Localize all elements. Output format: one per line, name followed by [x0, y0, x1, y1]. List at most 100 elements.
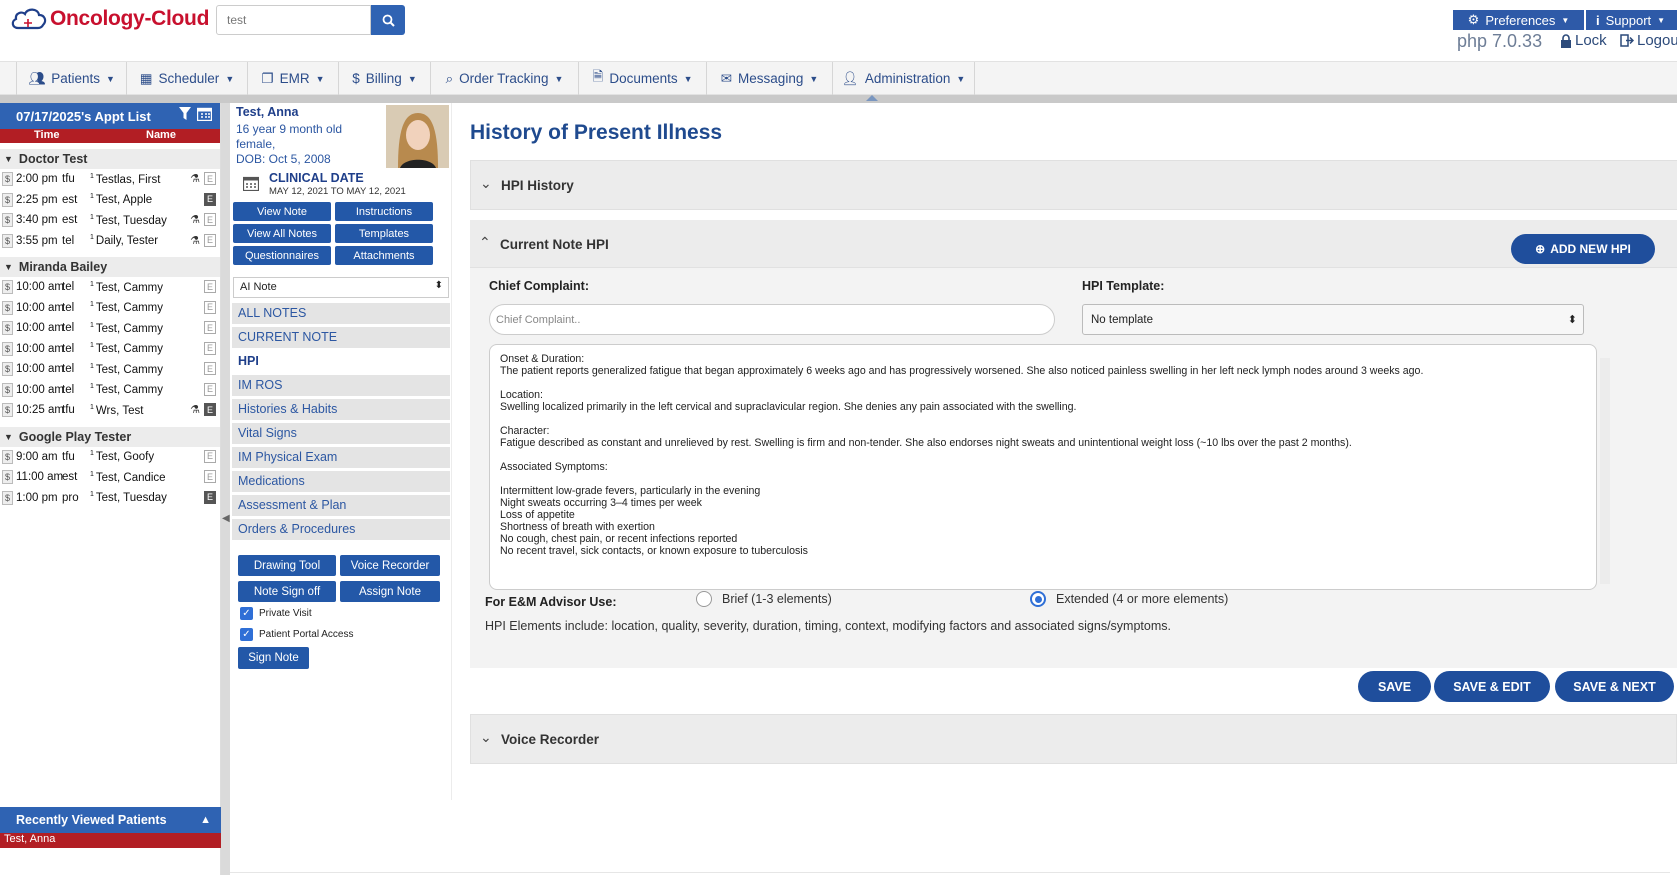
encounter-icon[interactable]: E — [204, 172, 216, 185]
collapse-left-icon[interactable]: ◀ — [222, 513, 230, 524]
questionnaires-button[interactable]: Questionnaires — [233, 246, 331, 265]
logout-link[interactable]: Logou — [1620, 32, 1677, 49]
brief-radio[interactable] — [696, 591, 712, 607]
appt-patient-name[interactable]: 1 Daily, Tester — [90, 234, 158, 247]
note-sign-off-button[interactable]: Note Sign off — [238, 581, 336, 602]
appt-row[interactable]: $10:00 am tel 1 Test, Cammy E — [0, 339, 220, 360]
nav-administration[interactable]: 👤︎ Administration ▼ — [832, 62, 975, 95]
side-nav-assessment-plan[interactable]: Assessment & Plan — [232, 495, 450, 516]
encounter-icon[interactable]: E — [204, 470, 216, 483]
side-nav-im-ros[interactable]: IM ROS — [232, 375, 450, 396]
hpi-template-select[interactable]: No template ⬍ — [1082, 304, 1584, 335]
private-visit-checkbox[interactable]: ✓ — [240, 607, 253, 620]
appt-patient-name[interactable]: 1 Test, Cammy — [90, 363, 163, 376]
side-nav-medications[interactable]: Medications — [232, 471, 450, 492]
side-nav-im-physical-exam[interactable]: IM Physical Exam — [232, 447, 450, 468]
appt-patient-name[interactable]: 1 Test, Cammy — [90, 383, 163, 396]
attachments-button[interactable]: Attachments — [335, 246, 433, 265]
provider-group-header[interactable]: ▼ Doctor Test — [0, 149, 220, 169]
recent-patient-item[interactable]: Test, Anna — [0, 833, 221, 848]
preferences-button[interactable]: ⚙ Preferences ▼ — [1453, 10, 1584, 30]
view-all-notes-button[interactable]: View All Notes — [233, 224, 331, 243]
search-button[interactable] — [371, 5, 405, 35]
billing-icon[interactable]: $ — [2, 233, 13, 248]
calendar-icon[interactable] — [197, 107, 212, 121]
templates-button[interactable]: Templates — [335, 224, 433, 243]
appt-patient-name[interactable]: 1 Test, Tuesday — [90, 491, 167, 504]
drawing-tool-button[interactable]: Drawing Tool — [238, 555, 336, 576]
side-nav-orders-procedures[interactable]: Orders & Procedures — [232, 519, 450, 540]
appt-row[interactable]: $1:00 pm pro 1 Test, Tuesday E — [0, 488, 220, 509]
appt-row[interactable]: $9:00 am tfu 1 Test, Goofy E — [0, 447, 220, 468]
side-nav-all-notes[interactable]: ALL NOTES — [232, 303, 450, 324]
current-note-hpi-header[interactable]: ⌃ Current Note HPI ⊕ ADD NEW HPI — [470, 220, 1677, 268]
brief-option[interactable]: Brief (1-3 elements) — [696, 591, 832, 607]
encounter-icon[interactable]: E — [204, 321, 216, 334]
appt-row[interactable]: $10:00 am tel 1 Test, Cammy E — [0, 318, 220, 339]
private-visit-row[interactable]: ✓ Private Visit — [240, 607, 312, 620]
extended-option[interactable]: Extended (4 or more elements) — [1030, 591, 1228, 607]
provider-group-header[interactable]: ▼ Miranda Bailey — [0, 257, 220, 277]
appt-patient-name[interactable]: 1 Test, Goofy — [90, 450, 154, 463]
flask-icon[interactable]: ⚗ — [190, 403, 200, 416]
provider-group-header[interactable]: ▼ Google Play Tester — [0, 426, 220, 447]
nav-messaging[interactable]: ✉ Messaging ▼ — [706, 62, 832, 95]
appt-patient-name[interactable]: 1 Test, Cammy — [90, 342, 163, 355]
lock-link[interactable]: Lock — [1560, 32, 1607, 49]
appt-patient-name[interactable]: 1 Test, Apple — [90, 193, 152, 206]
text-area-scrollbar[interactable] — [1600, 358, 1610, 584]
side-nav-histories-habits[interactable]: Histories & Habits — [232, 399, 450, 420]
appt-row[interactable]: $3:55 pm tel 1 Daily, Tester ⚗ E — [0, 231, 220, 252]
support-button[interactable]: i Support ▼ — [1586, 10, 1677, 30]
appt-patient-name[interactable]: 1 Test, Cammy — [90, 322, 163, 335]
appt-patient-name[interactable]: 1 Test, Cammy — [90, 281, 163, 294]
clinical-date-box[interactable]: CLINICAL DATE MAY 12, 2021 TO MAY 12, 20… — [233, 169, 450, 199]
appt-row[interactable]: $3:40 pm est 1 Test, Tuesday ⚗ E — [0, 210, 220, 231]
billing-icon[interactable]: $ — [2, 321, 13, 336]
billing-icon[interactable]: $ — [2, 213, 13, 228]
encounter-icon[interactable]: E — [204, 300, 216, 314]
encounter-icon[interactable]: E — [204, 341, 216, 355]
side-nav-vital-signs[interactable]: Vital Signs — [232, 423, 450, 444]
appt-row[interactable]: $10:00 am tel 1 Test, Cammy E — [0, 298, 220, 319]
save-button[interactable]: SAVE — [1358, 671, 1431, 702]
nav-order-tracking[interactable]: ⌕ Order Tracking ▼ — [430, 62, 578, 95]
extended-radio[interactable] — [1030, 591, 1046, 607]
save-next-button[interactable]: SAVE & NEXT — [1555, 671, 1674, 702]
appt-row[interactable]: $10:00 am tel 1 Test, Cammy E — [0, 380, 220, 401]
save-edit-button[interactable]: SAVE & EDIT — [1434, 671, 1550, 702]
encounter-icon[interactable]: E — [204, 490, 216, 504]
appt-patient-name[interactable]: 1 Testlas, First — [90, 173, 160, 186]
billing-icon[interactable]: $ — [2, 172, 13, 187]
voice-recorder-section[interactable]: ⌄ Voice Recorder — [470, 714, 1677, 764]
nav-billing[interactable]: $ Billing ▼ — [338, 62, 430, 95]
nav-documents[interactable]: 🗎︎ Documents ▼ — [578, 62, 706, 95]
encounter-icon[interactable]: E — [204, 213, 216, 226]
billing-icon[interactable]: $ — [2, 382, 13, 397]
billing-icon[interactable]: $ — [2, 192, 13, 207]
nav-scheduler[interactable]: ▦ Scheduler ▼ — [126, 62, 247, 95]
billing-icon[interactable]: $ — [2, 403, 13, 418]
flask-icon[interactable]: ⚗ — [190, 213, 200, 226]
sign-note-button[interactable]: Sign Note — [238, 647, 309, 669]
assign-note-button[interactable]: Assign Note — [340, 581, 440, 602]
billing-icon[interactable]: $ — [2, 300, 13, 315]
flask-icon[interactable]: ⚗ — [190, 172, 200, 185]
nav-patients[interactable]: 👥︎ Patients ▼ — [16, 62, 126, 95]
side-nav-current-note[interactable]: CURRENT NOTE — [232, 327, 450, 348]
portal-access-row[interactable]: ✓ Patient Portal Access — [240, 628, 354, 641]
appt-row[interactable]: $10:25 am tfu 1 Wrs, Test ⚗ E — [0, 400, 220, 421]
encounter-icon[interactable]: E — [204, 403, 216, 416]
appt-row[interactable]: $10:00 am tel 1 Test, Cammy E — [0, 359, 220, 380]
nav-emr[interactable]: ❐ EMR ▼ — [247, 62, 338, 95]
appt-row[interactable]: $10:00 am tel 1 Test, Cammy E — [0, 277, 220, 298]
appt-patient-name[interactable]: 1 Test, Candice — [90, 471, 166, 484]
encounter-icon[interactable]: E — [204, 449, 216, 463]
billing-icon[interactable]: $ — [2, 470, 13, 485]
search-input[interactable] — [216, 5, 371, 35]
encounter-icon[interactable]: E — [204, 382, 216, 396]
chief-complaint-input[interactable]: Chief Complaint.. — [489, 304, 1055, 335]
flask-icon[interactable]: ⚗ — [190, 234, 200, 247]
hpi-text-area[interactable]: Onset & Duration: The patient reports ge… — [489, 344, 1597, 590]
appt-patient-name[interactable]: 1 Test, Tuesday — [90, 214, 167, 227]
